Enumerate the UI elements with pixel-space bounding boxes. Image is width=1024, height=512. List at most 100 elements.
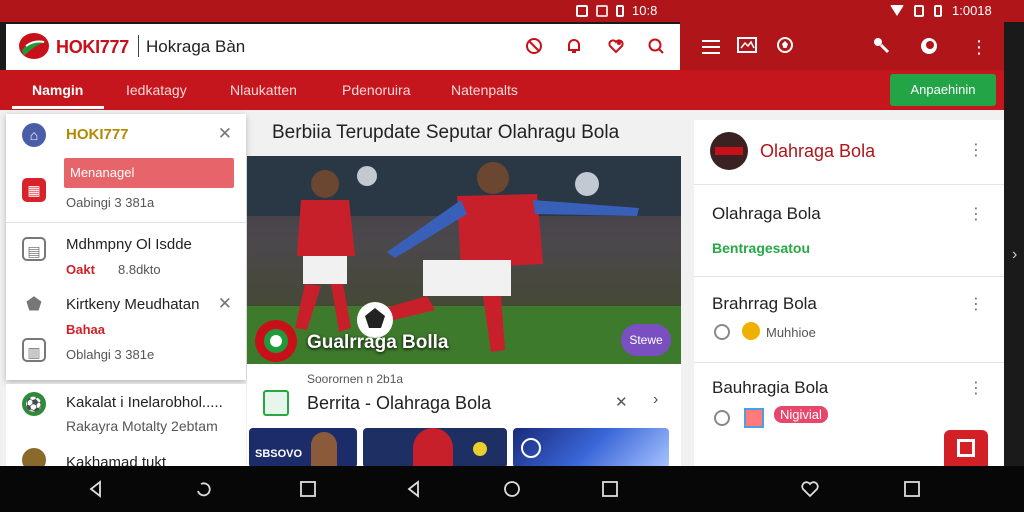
more-vert-icon[interactable]: ⋮ xyxy=(968,140,984,160)
article-card[interactable]: Soorornen n 2b1a Berrita - Olahraga Bola… xyxy=(247,364,681,468)
list-item[interactable]: ⚽ Kakalat i Inelarobhol..... Rakayra Mot… xyxy=(6,384,246,440)
back-icon[interactable] xyxy=(404,479,424,499)
search-icon[interactable] xyxy=(646,37,666,57)
status-bar: 10:8 1:0018 xyxy=(0,0,1024,22)
right-panel-item[interactable]: Brahrrag Bola ⋮ Muhhioe xyxy=(694,276,1004,362)
item-title: Olahraga Bola xyxy=(712,204,821,223)
list-item-title: Kakalat i Inelarobhol..... xyxy=(66,394,223,411)
right-toolbar: ⋮ xyxy=(680,22,1004,74)
tab-pdenoruira[interactable]: Pdenoruira xyxy=(342,82,411,98)
list-item-sub: Rakayra Motalty 2ebtam xyxy=(66,418,218,434)
article-title: Berrita - Olahraga Bola xyxy=(307,393,492,413)
chevron-right-icon[interactable]: › xyxy=(1012,246,1017,264)
more-vert-icon[interactable]: ⋮ xyxy=(968,204,984,224)
lower-list: ⚽ Kakalat i Inelarobhol..... Rakayra Mot… xyxy=(6,384,246,472)
item-title: Bauhragia Bola xyxy=(712,378,829,397)
item-sub: Muhhioe xyxy=(766,325,816,340)
battery-icon xyxy=(616,4,624,17)
brand-separator xyxy=(138,35,139,57)
hero-image[interactable]: Gualrraga Bolla Stewe xyxy=(247,156,681,364)
list-item[interactable]: Kakhamad tukt xyxy=(6,442,246,472)
document-icon: ▤ xyxy=(22,237,46,261)
battery-icon-right xyxy=(934,4,942,17)
drawer-item[interactable]: ⬟ Kirtkeny Meudhatan ✕ Bahaa ▥ Oblahgi 3… xyxy=(6,286,246,380)
cta-button[interactable]: Anpaehinin xyxy=(890,74,996,106)
calendar-icon: ▦ xyxy=(22,178,46,202)
notification-icon xyxy=(576,4,588,17)
chevron-right-icon[interactable]: › xyxy=(653,391,658,409)
thumbnail[interactable] xyxy=(513,428,669,468)
item-sub: Nigivial xyxy=(774,406,828,423)
more-vert-icon[interactable]: ⋮ xyxy=(968,36,990,58)
thumbnail[interactable] xyxy=(363,428,507,468)
thumbnail-label: SBSOVO xyxy=(255,448,303,460)
status-time-left: 10:8 xyxy=(632,3,658,18)
player-thumb-icon xyxy=(311,432,337,468)
status-time-right: 1:0018 xyxy=(952,3,992,18)
drawer-highlight[interactable]: Menanagel xyxy=(64,158,234,188)
floating-action-button[interactable] xyxy=(944,430,988,466)
sports-logo-icon: ⚽ xyxy=(22,392,46,416)
channel-avatar[interactable] xyxy=(710,132,748,170)
gallery-icon[interactable] xyxy=(736,36,758,58)
hero-badge[interactable]: Stewe xyxy=(621,324,671,356)
right-panel: Olahraga Bola ⋮ Olahraga Bola ⋮ Bentrage… xyxy=(694,120,1004,466)
recents-icon[interactable] xyxy=(600,479,620,499)
alarm-icon xyxy=(714,324,730,340)
alarm-icon xyxy=(714,410,730,426)
drawer-item-tag: Bahaa xyxy=(66,322,106,337)
back-icon[interactable] xyxy=(86,479,106,499)
tab-namgin[interactable]: Namgin xyxy=(32,82,83,98)
player-thumb-icon xyxy=(413,428,453,468)
close-icon[interactable]: ✕ xyxy=(615,393,628,411)
brand-logo-icon[interactable] xyxy=(18,32,50,60)
block-icon[interactable] xyxy=(524,37,544,57)
right-panel-item[interactable]: Olahraga Bola ⋮ Bentragesatou xyxy=(694,184,1004,276)
hero-caption: Gualrraga Bolla xyxy=(307,332,449,353)
tab-natenpalts[interactable]: Natenpalts xyxy=(451,82,518,98)
handshake-icon: ⬟ xyxy=(22,292,46,316)
list-icon xyxy=(957,439,975,457)
drawer-item-sub: 8.8dkto xyxy=(118,262,161,277)
thumbnail[interactable]: SBSOVO xyxy=(249,428,357,468)
close-icon[interactable]: ✕ xyxy=(218,294,232,314)
wifi-icon xyxy=(890,5,904,16)
recents-icon[interactable] xyxy=(902,479,922,499)
club-crest-icon xyxy=(521,438,541,458)
record-icon[interactable] xyxy=(918,36,940,58)
brand-badge-icon xyxy=(255,320,297,362)
clipboard-icon: ▥ xyxy=(22,338,46,362)
right-panel-header: Olahraga Bola ⋮ xyxy=(694,120,1004,180)
image-icon xyxy=(744,408,764,428)
article-meta: Soorornen n 2b1a xyxy=(307,372,404,386)
heart-icon[interactable] xyxy=(800,479,820,499)
ball-thumb-icon xyxy=(473,442,487,456)
home-icon[interactable] xyxy=(502,479,522,499)
active-tab-indicator xyxy=(12,106,104,109)
bell-icon[interactable] xyxy=(564,37,584,57)
side-drawer: ⌂ HOKI777 ✕ ▦ Menanagel Oabingi 3 381a ▤… xyxy=(6,114,246,380)
page-title: Berbiia Terupdate Seputar Olahragu Bola xyxy=(272,122,620,143)
close-icon[interactable]: ✕ xyxy=(218,124,232,144)
more-vert-icon[interactable]: ⋮ xyxy=(968,378,984,398)
item-sub: Bentragesatou xyxy=(712,240,811,256)
signal-icon xyxy=(914,4,924,17)
more-vert-icon[interactable]: ⋮ xyxy=(968,294,984,314)
muted-icon xyxy=(596,4,608,17)
drawer-highlight-sub: Oabingi 3 381a xyxy=(66,195,155,210)
favorite-icon[interactable] xyxy=(606,37,626,57)
system-nav-bar xyxy=(0,466,1024,512)
recents-icon[interactable] xyxy=(298,479,318,499)
tab-nlaukatten[interactable]: Nlaukatten xyxy=(230,82,297,98)
drawer-item-title: Kirtkeny Meudhatan xyxy=(66,296,200,313)
tab-iedkatagy[interactable]: Iedkatagy xyxy=(126,82,187,98)
brand-name: HOKI777 xyxy=(56,37,129,57)
drawer-item[interactable]: ▤ Mdhmpny Ol Isdde Oakt 8.8dkto xyxy=(6,224,246,286)
right-panel-title: Olahraga Bola xyxy=(760,141,876,161)
menu-icon[interactable] xyxy=(700,36,722,58)
drawer-item-tag: Oakt xyxy=(66,262,95,277)
key-icon[interactable] xyxy=(870,36,892,58)
football-icon[interactable] xyxy=(774,36,796,58)
rotate-icon[interactable] xyxy=(194,479,214,499)
drawer-item-sub: Oblahgi 3 381e xyxy=(66,347,155,362)
